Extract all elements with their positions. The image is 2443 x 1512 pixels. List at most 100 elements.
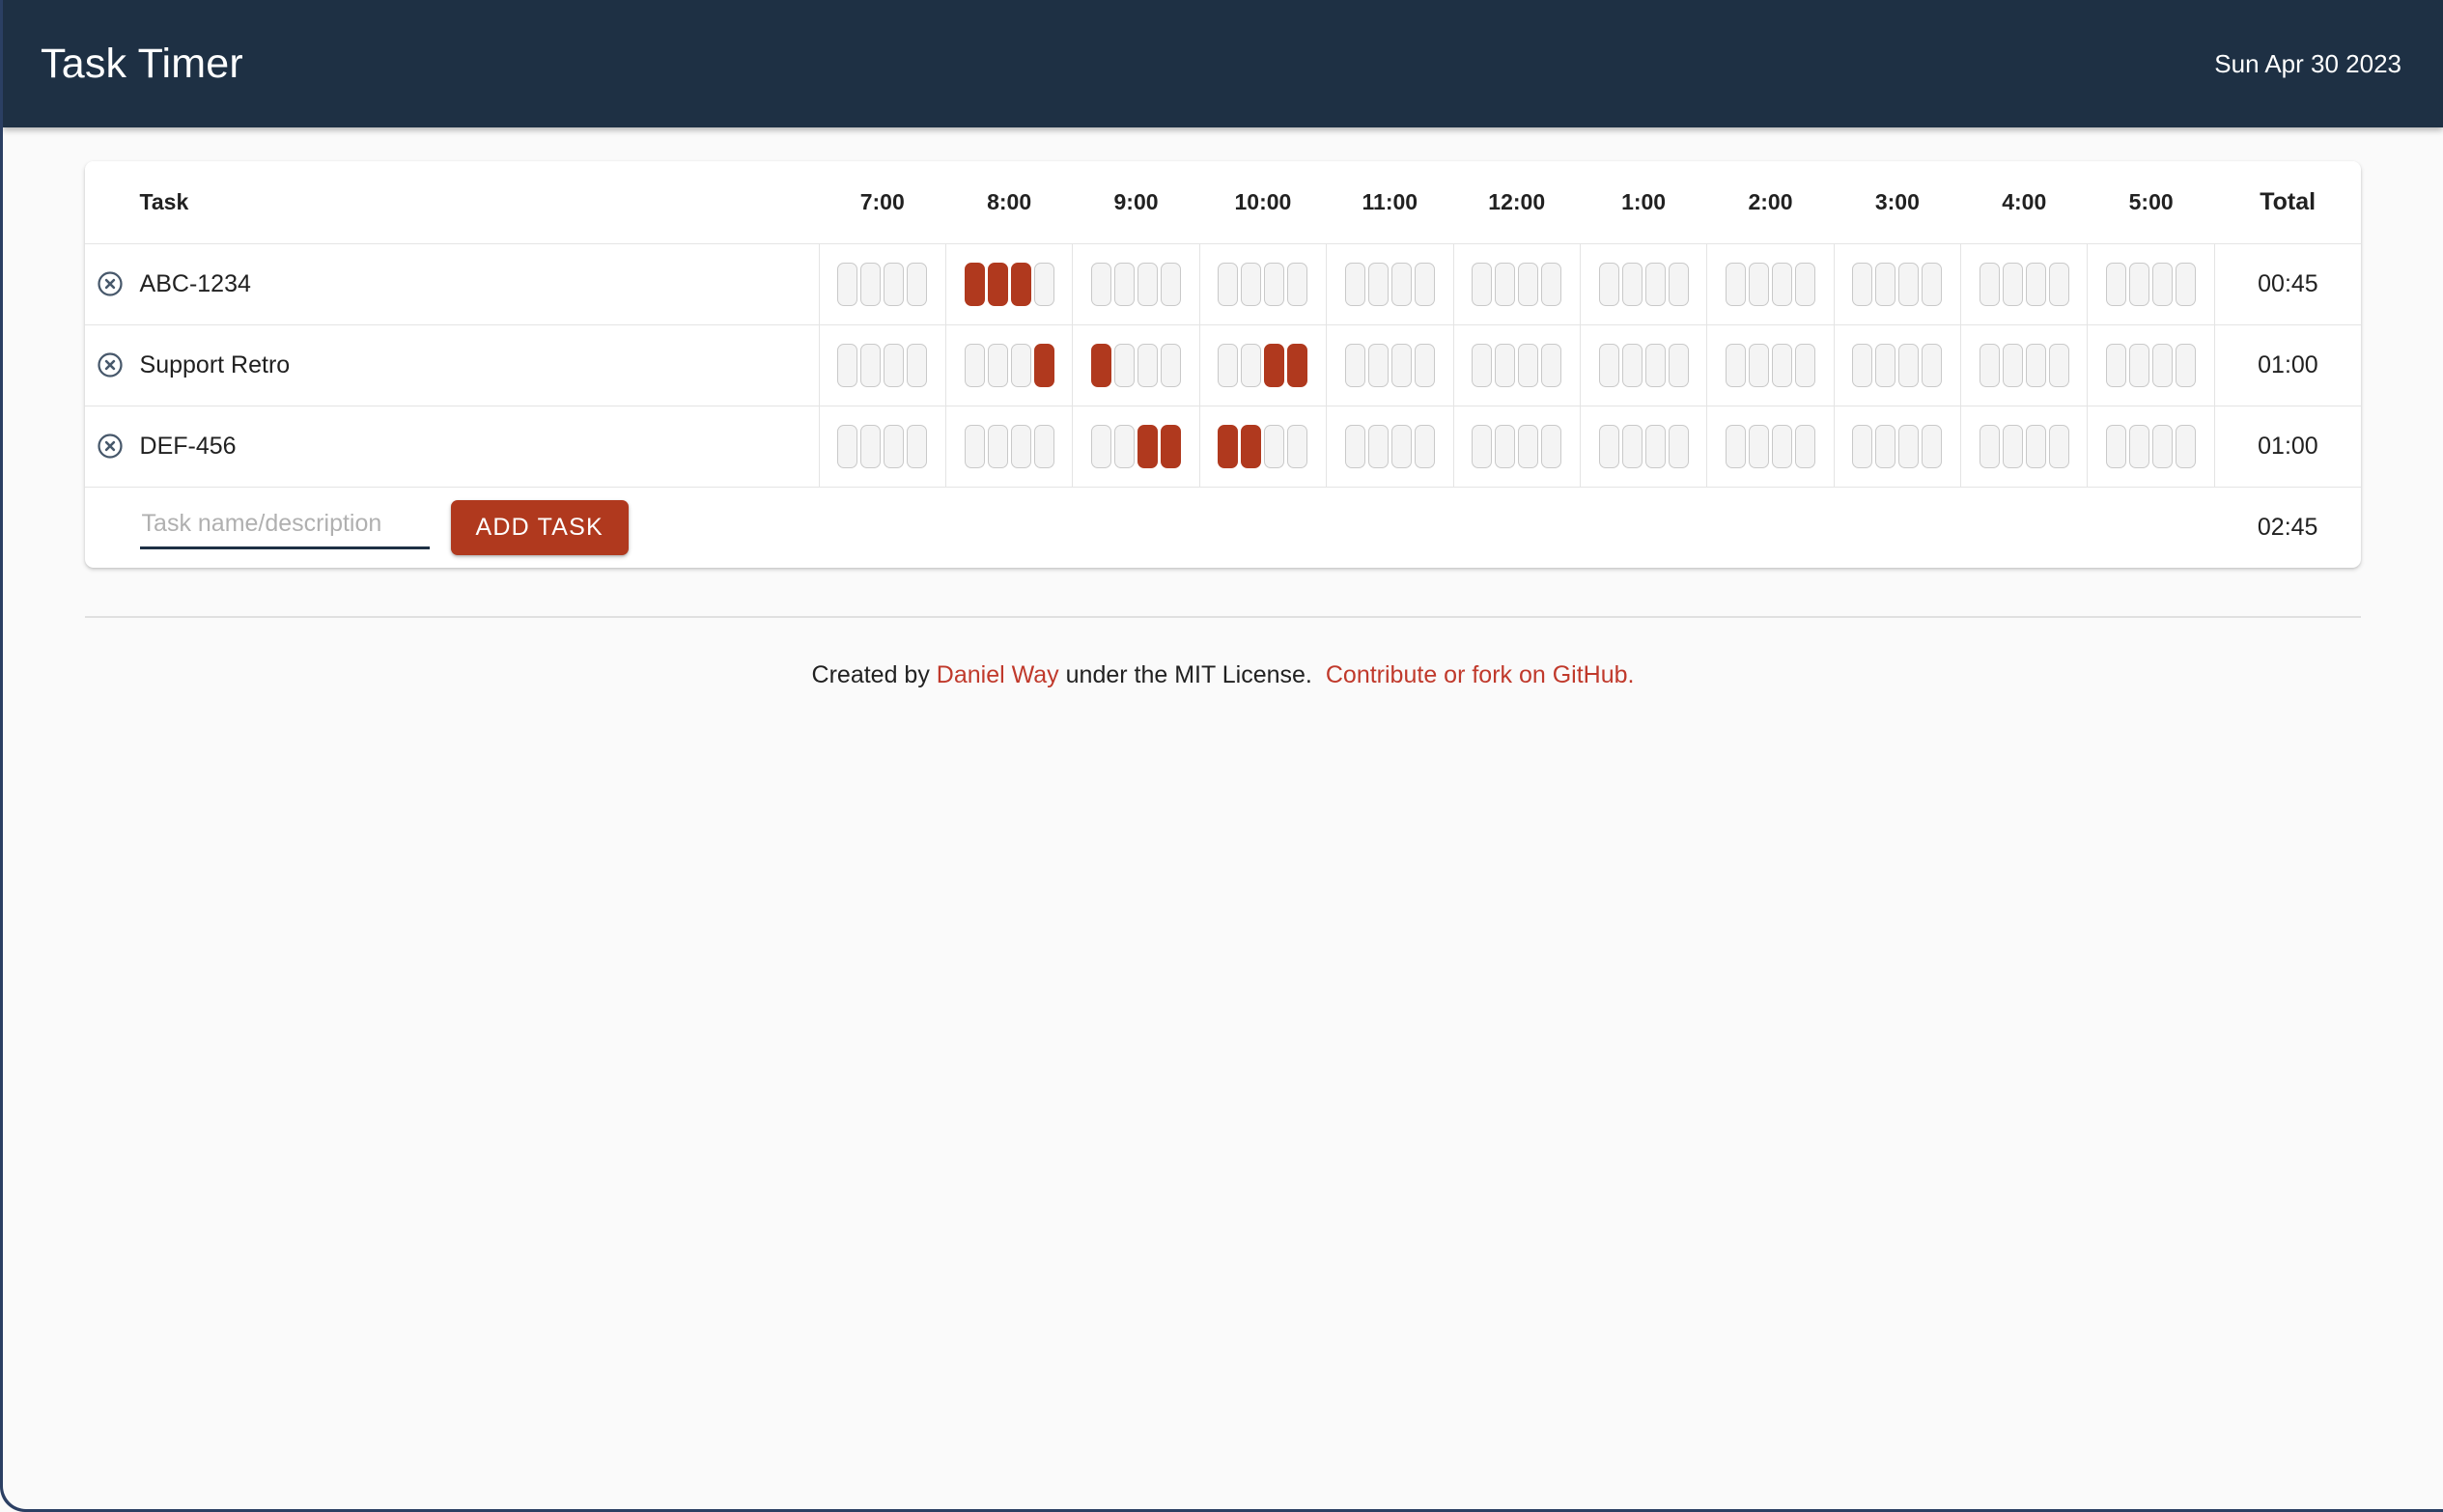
quarter-slot-filled[interactable] [964,262,985,306]
quarter-slot-empty[interactable] [1091,262,1112,306]
quarter-slot-empty[interactable] [1287,262,1308,306]
quarter-slot-empty[interactable] [1495,343,1516,387]
quarter-slot-empty[interactable] [860,343,882,387]
quarter-slot-empty[interactable] [1472,343,1493,387]
circle-x-icon[interactable] [96,352,125,378]
quarter-slot-empty[interactable] [1979,343,2000,387]
quarter-slot-empty[interactable] [1241,343,1262,387]
quarter-slot-empty[interactable] [2048,424,2069,468]
quarter-slot-empty[interactable] [1621,424,1643,468]
quarter-slot-empty[interactable] [1794,424,1815,468]
quarter-slot-empty[interactable] [1161,262,1182,306]
quarter-slot-empty[interactable] [2106,262,2127,306]
quarter-slot-empty[interactable] [2002,424,2023,468]
quarter-slot-empty[interactable] [2152,343,2174,387]
github-link[interactable]: Contribute or fork on GitHub. [1326,661,1635,688]
quarter-slot-empty[interactable] [1287,424,1308,468]
circle-x-icon[interactable] [96,434,125,459]
quarter-slot-empty[interactable] [1748,343,1769,387]
quarter-slot-empty[interactable] [1598,343,1619,387]
quarter-slot-empty[interactable] [837,262,858,306]
quarter-slot-empty[interactable] [1598,262,1619,306]
quarter-slot-empty[interactable] [964,424,985,468]
delete-task-button[interactable] [85,243,136,324]
quarter-slot-filled[interactable] [987,262,1008,306]
quarter-slot-filled[interactable] [1287,343,1308,387]
quarter-slot-empty[interactable] [1748,424,1769,468]
quarter-slot-empty[interactable] [1541,424,1562,468]
quarter-slot-empty[interactable] [1390,343,1412,387]
quarter-slot-empty[interactable] [907,343,928,387]
quarter-slot-empty[interactable] [1264,262,1285,306]
quarter-slot-empty[interactable] [1264,424,1285,468]
quarter-slot-filled[interactable] [1033,343,1054,387]
quarter-slot-empty[interactable] [1033,424,1054,468]
quarter-slot-empty[interactable] [1137,343,1159,387]
quarter-slot-empty[interactable] [2048,343,2069,387]
quarter-slot-empty[interactable] [1668,343,1689,387]
quarter-slot-filled[interactable] [1137,424,1159,468]
quarter-slot-empty[interactable] [1414,424,1435,468]
quarter-slot-empty[interactable] [1875,262,1896,306]
quarter-slot-empty[interactable] [1367,262,1389,306]
quarter-slot-empty[interactable] [1114,343,1136,387]
quarter-slot-empty[interactable] [1725,262,1746,306]
quarter-slot-empty[interactable] [1748,262,1769,306]
circle-x-icon[interactable] [96,271,125,296]
quarter-slot-empty[interactable] [2176,424,2197,468]
quarter-slot-empty[interactable] [2152,424,2174,468]
quarter-slot-empty[interactable] [2129,424,2150,468]
quarter-slot-empty[interactable] [837,343,858,387]
quarter-slot-empty[interactable] [1518,262,1539,306]
quarter-slot-empty[interactable] [1852,343,1873,387]
quarter-slot-empty[interactable] [1541,343,1562,387]
quarter-slot-empty[interactable] [987,343,1008,387]
quarter-slot-empty[interactable] [2106,343,2127,387]
quarter-slot-empty[interactable] [1091,424,1112,468]
quarter-slot-empty[interactable] [1218,343,1239,387]
quarter-slot-empty[interactable] [1114,424,1136,468]
quarter-slot-empty[interactable] [1344,424,1365,468]
quarter-slot-empty[interactable] [1472,262,1493,306]
quarter-slot-empty[interactable] [1771,424,1792,468]
quarter-slot-empty[interactable] [1472,424,1493,468]
quarter-slot-empty[interactable] [2002,262,2023,306]
quarter-slot-empty[interactable] [2106,424,2127,468]
quarter-slot-empty[interactable] [1771,343,1792,387]
quarter-slot-empty[interactable] [1033,262,1054,306]
quarter-slot-empty[interactable] [1344,343,1365,387]
quarter-slot-empty[interactable] [1621,262,1643,306]
add-task-button[interactable]: ADD TASK [450,499,629,555]
quarter-slot-filled[interactable] [1010,262,1031,306]
quarter-slot-empty[interactable] [1852,262,1873,306]
quarter-slot-empty[interactable] [1495,262,1516,306]
quarter-slot-empty[interactable] [987,424,1008,468]
quarter-slot-empty[interactable] [907,262,928,306]
quarter-slot-empty[interactable] [1390,262,1412,306]
quarter-slot-empty[interactable] [1495,424,1516,468]
quarter-slot-empty[interactable] [1794,262,1815,306]
task-name-input[interactable] [139,505,430,549]
quarter-slot-empty[interactable] [2129,343,2150,387]
delete-task-button[interactable] [85,324,136,406]
delete-task-button[interactable] [85,406,136,487]
author-link[interactable]: Daniel Way [937,661,1059,688]
quarter-slot-empty[interactable] [1010,343,1031,387]
quarter-slot-empty[interactable] [884,343,905,387]
quarter-slot-empty[interactable] [1541,262,1562,306]
quarter-slot-empty[interactable] [1922,343,1943,387]
quarter-slot-filled[interactable] [1091,343,1112,387]
quarter-slot-empty[interactable] [2176,343,2197,387]
quarter-slot-empty[interactable] [1794,343,1815,387]
quarter-slot-empty[interactable] [1137,262,1159,306]
quarter-slot-empty[interactable] [1644,262,1666,306]
quarter-slot-empty[interactable] [884,262,905,306]
quarter-slot-empty[interactable] [860,424,882,468]
quarter-slot-empty[interactable] [1875,343,1896,387]
quarter-slot-empty[interactable] [1241,262,1262,306]
quarter-slot-empty[interactable] [1598,424,1619,468]
quarter-slot-empty[interactable] [1414,262,1435,306]
quarter-slot-empty[interactable] [2129,262,2150,306]
quarter-slot-empty[interactable] [2025,343,2046,387]
quarter-slot-empty[interactable] [1725,343,1746,387]
